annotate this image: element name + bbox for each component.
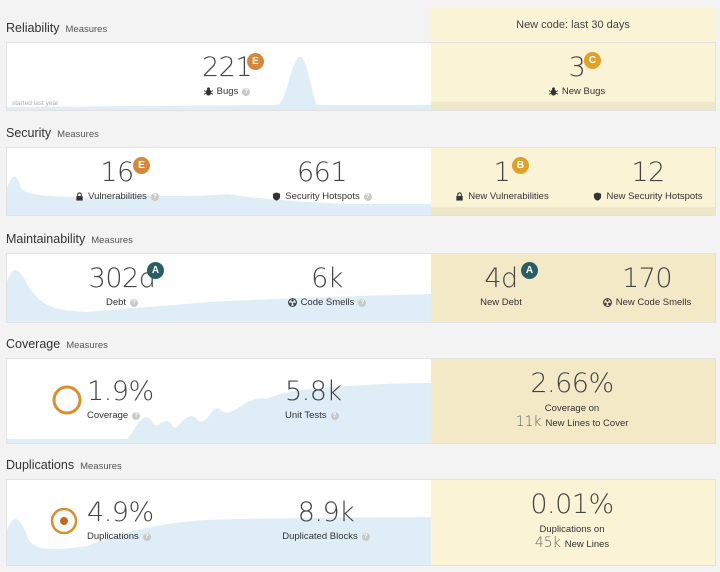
new-duplications-metric[interactable]: 0.01% Duplications on 45k New Lines [497, 490, 647, 552]
security-measures-link[interactable]: Measures [57, 129, 99, 140]
unit-tests-label: Unit Tests [285, 410, 327, 421]
coverage-title: Coverage [6, 337, 61, 351]
duplications-title: Duplications [6, 458, 75, 472]
duplications-metric[interactable]: 4.9% Duplications ? [87, 498, 167, 543]
shield-icon [594, 192, 602, 201]
duplicated-blocks-label: Duplicated Blocks [282, 531, 358, 542]
lock-icon [456, 192, 463, 201]
vulnerabilities-rating-badge[interactable]: E [133, 157, 150, 174]
bugs-rating-badge[interactable]: E [247, 53, 264, 70]
vulnerabilities-metric[interactable]: 16 Vulnerabilities ? [67, 158, 167, 202]
vulnerabilities-label: Vulnerabilities [88, 191, 147, 202]
maintainability-title: Maintainability [6, 232, 86, 246]
new-code-smells-label: New Code Smells [615, 297, 692, 308]
coverage-value[interactable]: 1.9% [87, 377, 157, 407]
maintainability-section-title: Maintainability Measures [6, 232, 133, 246]
duplications-label: Duplications [87, 531, 139, 542]
vulnerabilities-help-icon[interactable]: ? [150, 192, 159, 201]
new-coverage-value[interactable]: 2.66% [497, 369, 647, 399]
vulnerabilities-value[interactable]: 16 [67, 158, 167, 188]
coverage-help-icon[interactable]: ? [132, 411, 141, 420]
reliability-title: Reliability [6, 21, 60, 35]
unit-tests-help-icon[interactable]: ? [330, 411, 339, 420]
code-smells-value[interactable]: 6k [272, 264, 382, 294]
new-bugs-label: New Bugs [561, 86, 606, 97]
code-smells-help-icon[interactable]: ? [358, 298, 367, 307]
duplications-section-title: Duplications Measures [6, 458, 122, 472]
duplicated-blocks-value[interactable]: 8.9k [271, 498, 381, 528]
debt-label: Debt [105, 297, 127, 308]
smell-icon [287, 298, 297, 307]
new-vulnerabilities-rating-badge[interactable]: B [512, 157, 529, 174]
new-vulnerabilities-value[interactable]: 1 [447, 158, 557, 188]
new-code-smells-value[interactable]: 170 [587, 264, 707, 294]
new-lines-value: 45k [534, 535, 561, 551]
smell-icon [602, 298, 612, 307]
reliability-card: started last year 221 Bugs ? E 3 New Bug… [6, 42, 716, 111]
security-hotspots-metric[interactable]: 661 Security Hotspots ? [262, 158, 382, 202]
duplications-card: 4.9% Duplications ? 8.9k Duplicated Bloc… [6, 479, 716, 566]
security-section-title: Security Measures [6, 126, 99, 140]
code-smells-metric[interactable]: 6k Code Smells ? [272, 264, 382, 308]
bug-icon [203, 87, 213, 96]
new-vulnerabilities-metric[interactable]: 1 New Vulnerabilities [447, 158, 557, 202]
duplications-donut-icon [50, 507, 78, 535]
new-security-hotspots-metric[interactable]: 12 New Security Hotspots [583, 158, 713, 202]
new-bugs-rating-badge[interactable]: C [584, 52, 601, 69]
new-code-period-header: New code: last 30 days [430, 8, 716, 41]
new-duplications-value[interactable]: 0.01% [497, 490, 647, 520]
duplicated-blocks-metric[interactable]: 8.9k Duplicated Blocks ? [271, 498, 381, 542]
duplications-measures-link[interactable]: Measures [80, 461, 122, 472]
coverage-section-title: Coverage Measures [6, 337, 108, 351]
unit-tests-value[interactable]: 5.8k [285, 377, 365, 407]
new-vulnerabilities-label: New Vulnerabilities [468, 191, 549, 202]
new-debt-rating-badge[interactable]: A [521, 262, 538, 279]
duplicated-blocks-help-icon[interactable]: ? [361, 532, 370, 541]
new-coverage-label: Coverage on [544, 403, 600, 414]
new-code-period-label: New code: last 30 days [516, 18, 630, 31]
code-smells-label: Code Smells [300, 297, 355, 308]
unit-tests-metric[interactable]: 5.8k Unit Tests ? [285, 377, 365, 422]
coverage-metric[interactable]: 1.9% Coverage ? [87, 377, 157, 422]
reliability-measures-link[interactable]: Measures [66, 24, 108, 35]
coverage-measures-link[interactable]: Measures [66, 340, 108, 351]
new-lines-to-cover[interactable]: 11k New Lines to Cover [497, 414, 647, 430]
bugs-help-icon[interactable]: ? [242, 87, 251, 96]
bugs-label: Bugs [216, 86, 239, 97]
lock-icon [76, 192, 83, 201]
bug-icon [548, 87, 558, 96]
maintainability-measures-link[interactable]: Measures [91, 235, 133, 246]
security-card: 16 Vulnerabilities ? E 661 Security Hots… [6, 147, 716, 216]
security-hotspots-value[interactable]: 661 [262, 158, 382, 188]
new-security-hotspots-value[interactable]: 12 [583, 158, 713, 188]
new-coverage-metric[interactable]: 2.66% Coverage on 11k New Lines to Cover [497, 369, 647, 431]
maintainability-card: 302d Debt ? A 6k Code Smells ? 4d New De… [6, 253, 716, 323]
new-lines[interactable]: 45k New Lines [497, 535, 647, 551]
reliability-section-title: Reliability Measures [6, 21, 107, 35]
duplications-help-icon[interactable]: ? [142, 532, 151, 541]
shield-icon [273, 192, 281, 201]
duplications-value[interactable]: 4.9% [87, 498, 167, 528]
security-title: Security [6, 126, 52, 140]
coverage-donut-icon [52, 385, 82, 415]
new-bugs-value[interactable]: 3 [537, 53, 617, 83]
security-hotspots-help-icon[interactable]: ? [363, 192, 372, 201]
debt-help-icon[interactable]: ? [130, 298, 139, 307]
new-lines-label: New Lines [564, 539, 610, 550]
new-lines-to-cover-label: New Lines to Cover [545, 418, 629, 429]
new-lines-to-cover-value: 11k [515, 414, 542, 430]
new-debt-label: New Debt [480, 297, 522, 308]
coverage-card: 1.9% Coverage ? 5.8k Unit Tests ? 2.66% … [6, 358, 716, 444]
new-bugs-metric[interactable]: 3 New Bugs [537, 53, 617, 97]
started-last-year-note: started last year [12, 100, 59, 107]
coverage-label: Coverage [87, 410, 129, 421]
debt-rating-badge[interactable]: A [147, 262, 164, 279]
new-security-hotspots-label: New Security Hotspots [606, 191, 703, 202]
new-code-smells-metric[interactable]: 170 New Code Smells [587, 264, 707, 308]
new-duplications-label: Duplications on [539, 524, 605, 535]
security-hotspots-label: Security Hotspots [285, 191, 360, 202]
